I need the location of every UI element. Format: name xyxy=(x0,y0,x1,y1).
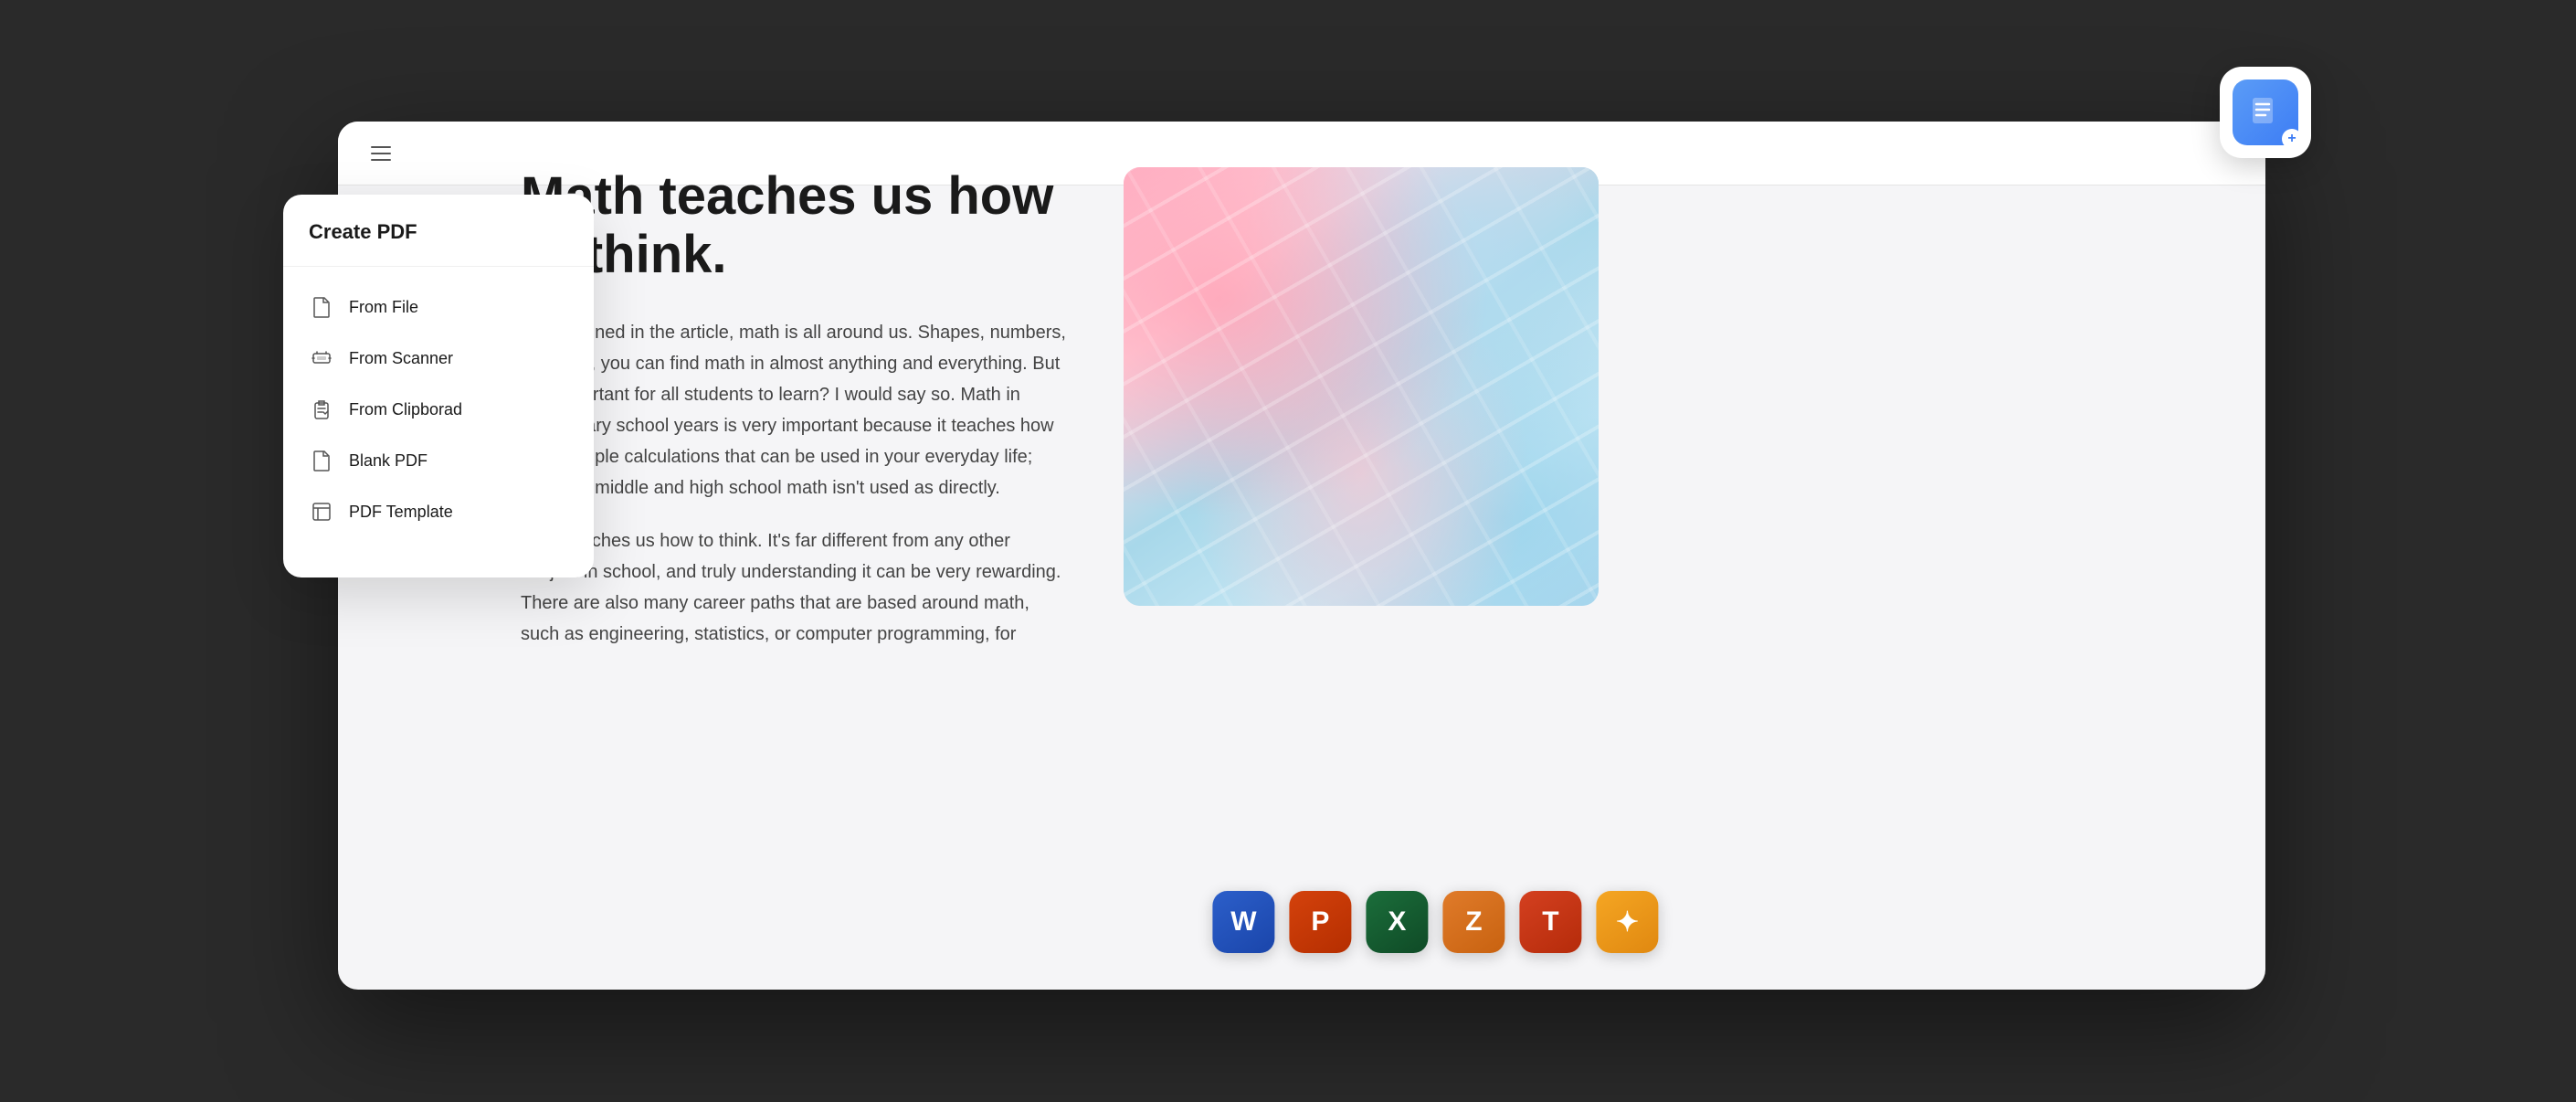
zap-letter: Z xyxy=(1465,906,1482,938)
blank-pdf-label: Blank PDF xyxy=(349,451,428,471)
app-icon-text[interactable]: T xyxy=(1519,891,1581,953)
scanner-icon xyxy=(309,345,334,371)
app-icon-polaris[interactable]: P xyxy=(1289,891,1351,953)
text-letter: T xyxy=(1542,906,1558,938)
word-letter: W xyxy=(1230,906,1256,938)
main-content: Math teaches us how to think. As explain… xyxy=(338,122,2265,990)
doc-paragraph-1: As explained in the article, math is all… xyxy=(521,317,1069,503)
menu-item-from-scanner[interactable]: From Scanner xyxy=(283,333,594,384)
app-icon-swipe[interactable]: ✦ xyxy=(1596,891,1658,953)
excel-letter: X xyxy=(1388,906,1406,938)
template-icon xyxy=(309,499,334,525)
app-icon-excel[interactable]: X xyxy=(1366,891,1428,953)
doc-title: Math teaches us how to think. xyxy=(521,167,1069,284)
menu-item-pdf-template[interactable]: PDF Template xyxy=(283,486,594,537)
doc-body: As explained in the article, math is all… xyxy=(521,317,1069,650)
marble-texture xyxy=(1124,167,1599,606)
from-clipboard-label: From Clipborad xyxy=(349,400,462,419)
pdf-template-label: PDF Template xyxy=(349,503,453,522)
menu-list: From File From Scanner xyxy=(283,267,594,552)
blank-icon xyxy=(309,448,334,473)
panel-title: Create PDF xyxy=(283,220,594,267)
browser-window: Math teaches us how to think. As explain… xyxy=(338,122,2265,990)
bottom-app-bar: W P X Z T ✦ xyxy=(1212,891,1658,953)
app-icon-word[interactable]: W xyxy=(1212,891,1274,953)
document-text: Math teaches us how to think. As explain… xyxy=(521,167,1069,944)
file-icon xyxy=(309,294,334,320)
scene: Math teaches us how to think. As explain… xyxy=(283,94,2293,1008)
floating-btn-inner: + xyxy=(2233,79,2298,145)
app-icon-zap[interactable]: Z xyxy=(1442,891,1504,953)
doc-paragraph-2: Math teaches us how to think. It's far d… xyxy=(521,525,1069,650)
doc-list-icon xyxy=(2247,94,2284,131)
from-scanner-label: From Scanner xyxy=(349,349,453,368)
create-pdf-panel: Create PDF From File xyxy=(283,195,594,577)
menu-item-blank-pdf[interactable]: Blank PDF xyxy=(283,435,594,486)
floating-new-doc-button[interactable]: + xyxy=(2220,67,2311,158)
swipe-letter: ✦ xyxy=(1616,906,1639,938)
document-image xyxy=(1124,167,1599,606)
plus-badge: + xyxy=(2282,129,2302,149)
menu-item-from-clipboard[interactable]: From Clipborad xyxy=(283,384,594,435)
clipboard-icon xyxy=(309,397,334,422)
from-file-label: From File xyxy=(349,298,418,317)
menu-item-from-file[interactable]: From File xyxy=(283,281,594,333)
polaris-letter: P xyxy=(1311,906,1329,938)
